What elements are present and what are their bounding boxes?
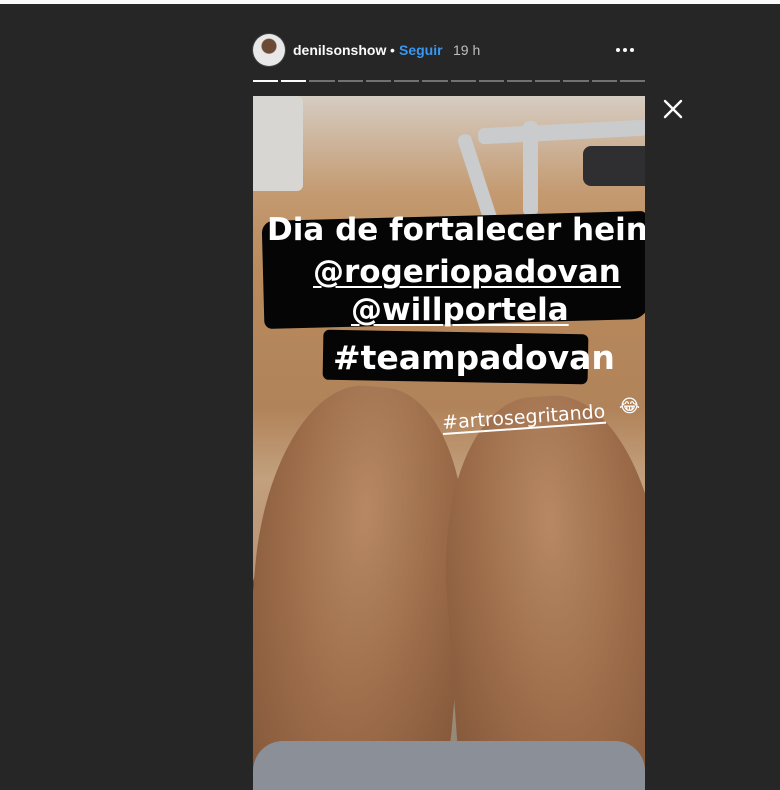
progress-segment bbox=[535, 80, 561, 82]
progress-segment bbox=[309, 80, 335, 82]
gym-rail bbox=[253, 96, 303, 191]
separator-dot: • bbox=[390, 42, 395, 58]
mention-willportela[interactable]: @willportela bbox=[351, 292, 569, 328]
progress-segment bbox=[563, 80, 589, 82]
progress-segment bbox=[506, 80, 533, 82]
progress-segment bbox=[591, 80, 617, 82]
hashtag-teampadovan[interactable]: #teampadovan bbox=[333, 338, 615, 377]
bench-pad bbox=[583, 146, 645, 186]
close-icon[interactable] bbox=[660, 96, 686, 122]
progress-segment bbox=[337, 80, 363, 82]
laughing-emoji: 😂 bbox=[619, 396, 641, 417]
progress-segment bbox=[619, 80, 646, 82]
story-header: denilsonshow • Seguir 19 h bbox=[253, 34, 645, 66]
story-media[interactable]: Dia de fortalecer hein @rogeriopadovan @… bbox=[253, 96, 645, 790]
progress-segment bbox=[281, 80, 307, 82]
more-options-icon[interactable] bbox=[613, 36, 637, 64]
progress-segment bbox=[253, 80, 279, 82]
leg-right bbox=[433, 389, 645, 790]
top-edge bbox=[0, 0, 780, 4]
progress-segment bbox=[422, 80, 448, 82]
progress-segment bbox=[478, 80, 504, 82]
mention-rogeriopadovan[interactable]: @rogeriopadovan bbox=[313, 254, 621, 290]
gym-rail bbox=[523, 121, 538, 216]
avatar[interactable] bbox=[253, 34, 285, 66]
shorts bbox=[253, 741, 645, 790]
story-caption-line1: Dia de fortalecer hein bbox=[267, 212, 645, 248]
progress-segment bbox=[394, 80, 420, 82]
progress-segment bbox=[450, 80, 476, 82]
story-progress-bar bbox=[253, 80, 646, 82]
post-time: 19 h bbox=[453, 42, 481, 58]
gym-rail bbox=[477, 119, 645, 145]
follow-button[interactable]: Seguir bbox=[399, 42, 443, 58]
username-link[interactable]: denilsonshow bbox=[293, 42, 386, 58]
progress-segment bbox=[365, 80, 392, 82]
